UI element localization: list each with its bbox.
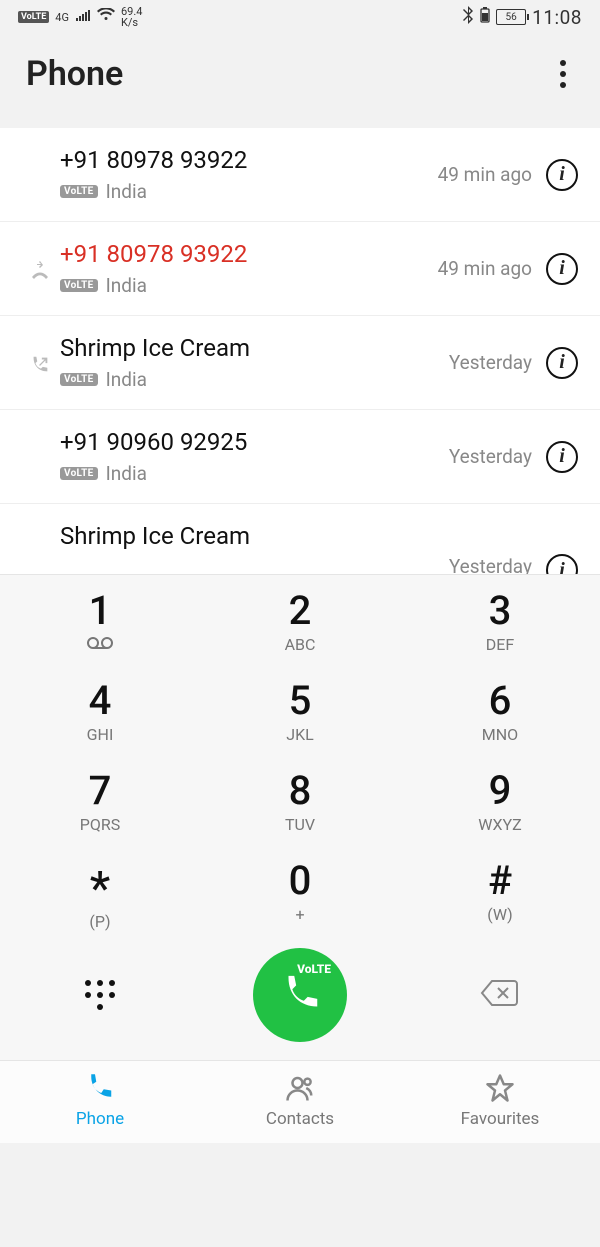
call-info-button[interactable]: i (546, 159, 578, 191)
call-log-row[interactable]: +91 80978 93922 VoLTE India 49 min ago i (0, 128, 600, 222)
star-icon (483, 1073, 517, 1103)
dialpad-toggle-icon[interactable] (85, 980, 115, 1010)
page-title: Phone (26, 54, 123, 94)
outgoing-call-icon (20, 350, 60, 376)
call-info-button[interactable]: i (546, 253, 578, 285)
call-title: +91 80978 93922 (60, 146, 438, 174)
call-time: Yesterday (449, 445, 532, 468)
fab-volte-label: VoLTE (297, 962, 331, 976)
key-5[interactable]: 5JKL (200, 665, 400, 755)
voicemail-icon (86, 635, 114, 654)
key-7[interactable]: 7PQRS (0, 755, 200, 845)
key-4[interactable]: 4GHI (0, 665, 200, 755)
volte-badge: VoLTE (60, 373, 98, 386)
status-speed: 69.4K/s (121, 6, 142, 28)
call-location: India (106, 274, 147, 297)
call-time: 49 min ago (438, 257, 532, 280)
volte-badge: VoLTE (60, 467, 98, 480)
status-network-icon: 4G (55, 11, 69, 24)
key-hash[interactable]: #(W) (400, 845, 600, 942)
missed-call-icon (20, 255, 60, 283)
status-wifi-icon (97, 8, 115, 26)
call-location: India (106, 462, 147, 485)
call-log-row[interactable]: Shrimp Ice Cream VoLTE India Yesterday i (0, 316, 600, 410)
app-header: Phone (0, 34, 600, 128)
call-location: India (106, 180, 147, 203)
status-bluetooth-icon (462, 6, 474, 28)
call-location: India (106, 368, 147, 391)
call-type-icon (20, 173, 60, 177)
call-title: +91 90960 92925 (60, 428, 449, 456)
overflow-menu-button[interactable] (552, 52, 574, 96)
key-8[interactable]: 8TUV (200, 755, 400, 845)
call-log-row[interactable]: +91 80978 93922 VoLTE India 49 min ago i (0, 222, 600, 316)
call-type-icon (20, 522, 60, 526)
key-1[interactable]: 1 (0, 575, 200, 665)
call-info-button[interactable]: i (546, 347, 578, 379)
volte-badge: VoLTE (60, 279, 98, 292)
call-type-icon (20, 455, 60, 459)
call-title: +91 80978 93922 (60, 240, 438, 268)
status-signal-icon (75, 8, 91, 26)
nav-favourites[interactable]: Favourites (400, 1073, 600, 1129)
call-title: Shrimp Ice Cream (60, 334, 449, 362)
call-time: 49 min ago (438, 163, 532, 186)
status-bar: VoLTE 4G 69.4K/s 56 11:08 (0, 0, 600, 34)
call-time: Yesterday (449, 351, 532, 374)
nav-label: Favourites (461, 1109, 540, 1129)
status-clock: 11:08 (532, 6, 582, 29)
key-6[interactable]: 6MNO (400, 665, 600, 755)
status-volte-icon: VoLTE (18, 11, 49, 23)
key-star[interactable]: *(P) (0, 845, 200, 942)
nav-label: Phone (76, 1109, 124, 1129)
status-battery-icon: 56 (496, 9, 526, 25)
call-log-row[interactable]: Shrimp Ice Cream Yesterday i (0, 504, 600, 574)
phone-icon (83, 1073, 117, 1103)
dial-pad: 1 2ABC 3DEF 4GHI 5JKL 6MNO 7PQRS 8TUV 9W… (0, 574, 600, 1060)
backspace-button[interactable] (480, 978, 520, 1012)
keypad-grid: 1 2ABC 3DEF 4GHI 5JKL 6MNO 7PQRS 8TUV 9W… (0, 575, 600, 942)
volte-badge: VoLTE (60, 185, 98, 198)
bottom-navigation: Phone Contacts Favourites (0, 1060, 600, 1143)
status-battery-small-icon (480, 7, 490, 27)
nav-label: Contacts (266, 1109, 334, 1129)
key-0[interactable]: 0+ (200, 845, 400, 942)
key-9[interactable]: 9WXYZ (400, 755, 600, 845)
call-time: Yesterday (449, 555, 532, 574)
call-log-row[interactable]: +91 90960 92925 VoLTE India Yesterday i (0, 410, 600, 504)
key-2[interactable]: 2ABC (200, 575, 400, 665)
key-3[interactable]: 3DEF (400, 575, 600, 665)
contacts-icon (283, 1073, 317, 1103)
call-info-button[interactable]: i (546, 441, 578, 473)
nav-phone[interactable]: Phone (0, 1073, 200, 1129)
nav-contacts[interactable]: Contacts (200, 1073, 400, 1129)
call-log-list: +91 80978 93922 VoLTE India 49 min ago i… (0, 128, 600, 574)
call-info-button[interactable]: i (546, 554, 578, 574)
dial-button[interactable]: VoLTE (253, 948, 347, 1042)
call-title: Shrimp Ice Cream (60, 522, 449, 550)
